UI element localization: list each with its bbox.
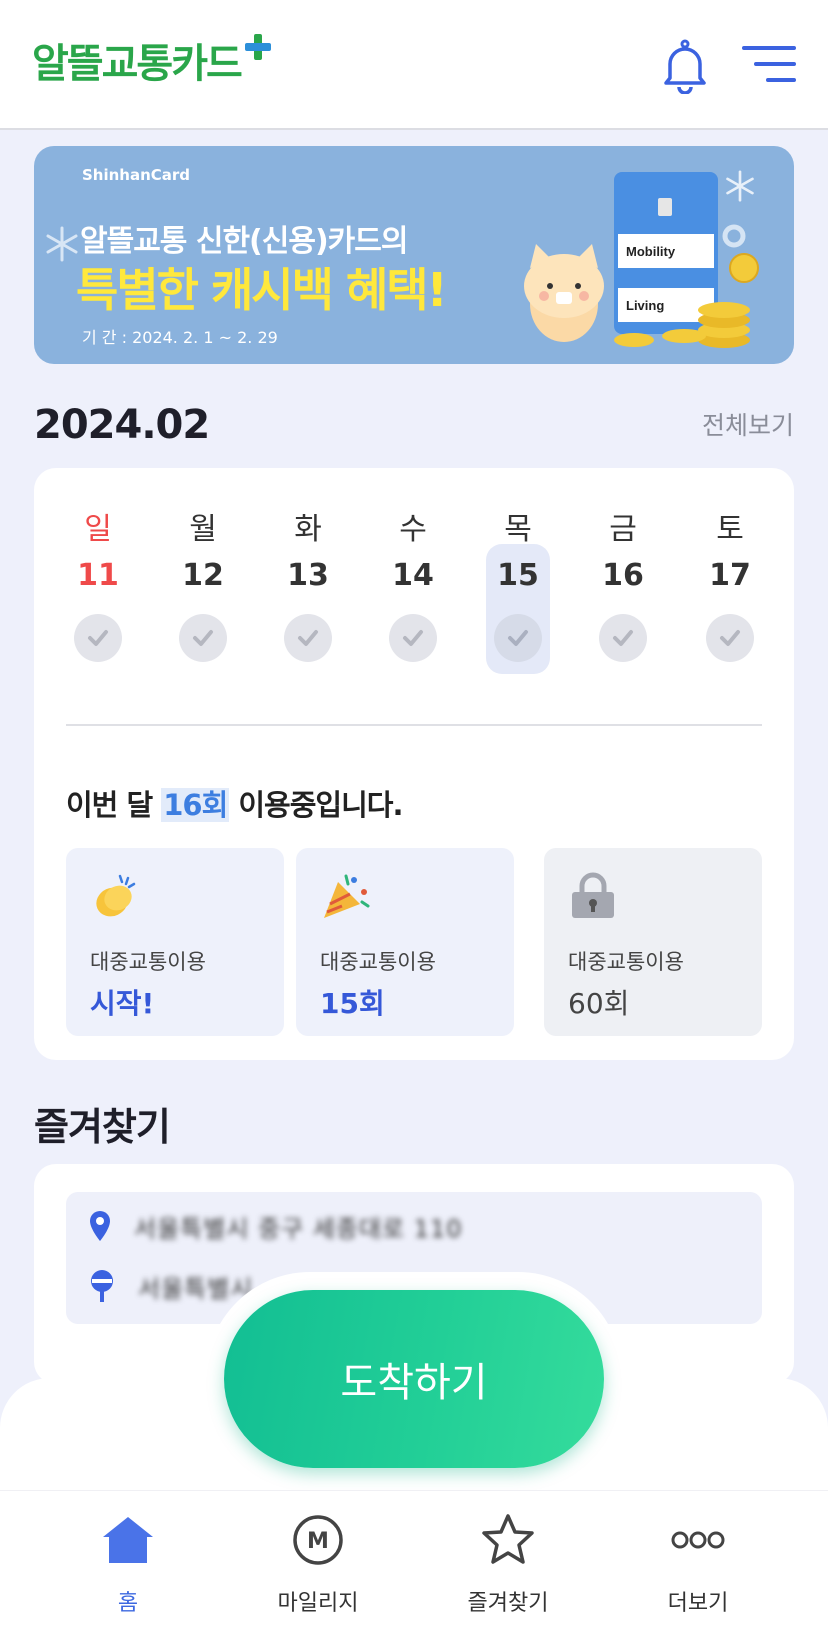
- favorite-origin: 서울특별시 중구 세종대로 110: [88, 1206, 463, 1246]
- favorites-title: 즐겨찾기: [34, 1105, 171, 1149]
- day-number: 14: [392, 558, 434, 593]
- favorite-destination: 서울특별시: [88, 1266, 253, 1306]
- day-tuesday[interactable]: 화 13: [276, 468, 340, 678]
- bottom-tab-bar: 홈 M 마일리지 즐겨찾기 더보기: [0, 1490, 828, 1629]
- milestone-badge-start[interactable]: 대중교통이용 시작!: [66, 848, 284, 1036]
- day-saturday[interactable]: 토 17: [698, 468, 762, 678]
- check-icon: [494, 614, 542, 662]
- badge-label: 대중교통이용: [90, 950, 206, 974]
- check-icon: [179, 614, 227, 662]
- day-number: 11: [77, 558, 119, 593]
- menu-icon[interactable]: [742, 44, 796, 88]
- day-thursday-today[interactable]: 목 15: [486, 468, 550, 678]
- tab-home[interactable]: 홈: [53, 1509, 203, 1617]
- day-name: 금: [609, 512, 637, 547]
- banner-card-illustration: Mobility Living: [524, 172, 759, 348]
- badge-value: 60회: [568, 987, 630, 1020]
- day-number: 15: [497, 558, 539, 593]
- check-icon: [284, 614, 332, 662]
- bell-icon[interactable]: [662, 38, 708, 98]
- badge-value: 시작!: [90, 987, 155, 1020]
- day-name: 수: [399, 512, 427, 547]
- badge-value: 15회: [320, 987, 385, 1020]
- tab-label: 즐겨찾기: [467, 1591, 549, 1616]
- divider: [66, 724, 762, 726]
- clapping-hands-icon: [90, 872, 140, 926]
- calendar-card: 일 11 월 12 화 13 수 14 목 15 금 16 토 17 이번 달 …: [34, 468, 794, 1060]
- usage-summary: 이번 달 16회 이용중입니다.: [66, 782, 403, 824]
- banner-highlight: 특별한 캐시백 혜택!: [76, 263, 448, 317]
- snowflake-icon: [46, 226, 78, 262]
- day-wednesday[interactable]: 수 14: [381, 468, 445, 678]
- day-monday[interactable]: 월 12: [171, 468, 235, 678]
- day-number: 16: [602, 558, 644, 593]
- check-icon: [599, 614, 647, 662]
- favorite-origin-text: 서울특별시 중구 세종대로 110: [134, 1214, 463, 1243]
- tab-favorites[interactable]: 즐겨찾기: [433, 1509, 583, 1617]
- destination-pin-icon: [91, 1270, 113, 1302]
- svg-text:M: M: [307, 1529, 329, 1554]
- day-sunday[interactable]: 일 11: [66, 468, 130, 678]
- view-all-link[interactable]: 전체보기: [702, 406, 794, 442]
- logo-plus-icon: [244, 34, 271, 60]
- lock-icon: [568, 872, 618, 926]
- check-icon: [706, 614, 754, 662]
- day-name: 월: [189, 512, 217, 547]
- card-label-mobility: Mobility: [626, 244, 676, 259]
- day-name: 토: [716, 512, 744, 547]
- location-pin-icon: [90, 1211, 110, 1241]
- home-icon: [53, 1509, 203, 1571]
- check-icon: [389, 614, 437, 662]
- milestone-badge-15[interactable]: 대중교통이용 15회: [296, 848, 514, 1036]
- more-icon: [623, 1509, 773, 1571]
- tab-label: 홈: [117, 1591, 139, 1616]
- day-number: 13: [287, 558, 329, 593]
- logo-text: 알뜰교통카드: [32, 41, 243, 87]
- favorite-destination-text: 서울특별시: [138, 1274, 254, 1303]
- month-title: 2024.02: [34, 402, 210, 448]
- star-icon: [433, 1509, 583, 1571]
- banner-period: 기 간 : 2024. 2. 1 ~ 2. 29: [82, 328, 278, 347]
- badge-label: 대중교통이용: [568, 950, 684, 974]
- arrive-button[interactable]: 도착하기: [224, 1290, 604, 1468]
- app-logo: 알뜰교통카드: [32, 34, 273, 88]
- tab-mileage[interactable]: M 마일리지: [243, 1509, 393, 1617]
- party-popper-icon: [320, 872, 370, 926]
- check-icon: [74, 614, 122, 662]
- usage-prefix: 이번 달: [66, 788, 162, 822]
- usage-count: 16회: [161, 788, 230, 822]
- card-label-living: Living: [626, 298, 664, 313]
- day-number: 12: [182, 558, 224, 593]
- mileage-icon: M: [243, 1509, 393, 1571]
- day-friday[interactable]: 금 16: [591, 468, 655, 678]
- day-name: 목: [504, 512, 532, 547]
- day-number: 17: [709, 558, 751, 593]
- usage-suffix: 이용중입니다.: [229, 788, 403, 822]
- milestone-badge-60[interactable]: 대중교통이용 60회: [544, 848, 762, 1036]
- promo-banner[interactable]: ShinhanCard 알뜰교통 신한(신용)카드의 특별한 캐시백 혜택! 기…: [34, 146, 794, 364]
- banner-brand: ShinhanCard: [82, 166, 191, 184]
- badge-label: 대중교통이용: [320, 950, 436, 974]
- tab-label: 마일리지: [277, 1591, 359, 1616]
- day-name: 화: [294, 512, 322, 547]
- tab-label: 더보기: [667, 1591, 729, 1616]
- day-name: 일: [84, 512, 112, 547]
- tab-more[interactable]: 더보기: [623, 1509, 773, 1617]
- app-header: 알뜰교통카드: [0, 0, 828, 130]
